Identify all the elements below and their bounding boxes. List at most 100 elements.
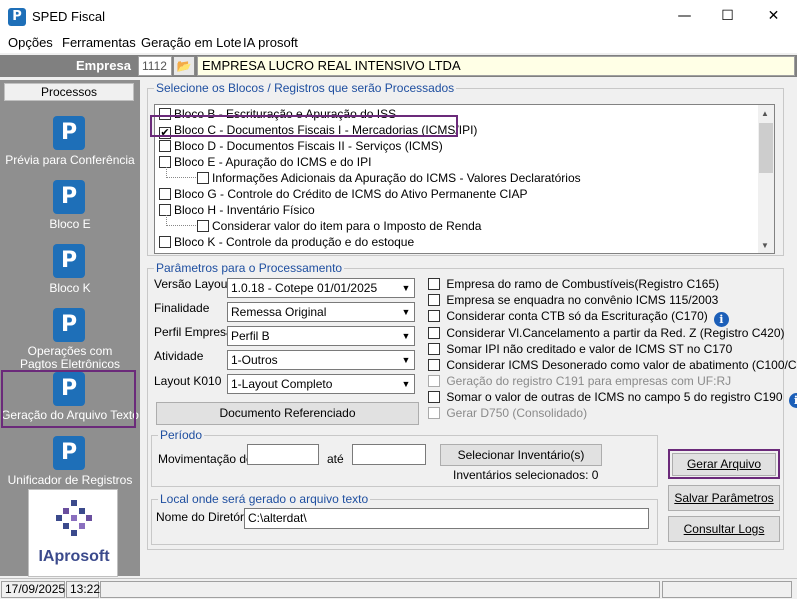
atividade-select[interactable]: 1-Outros ▼ <box>227 350 415 370</box>
checkbox[interactable] <box>159 188 171 200</box>
menu-ferramentas[interactable]: Ferramentas <box>62 35 136 50</box>
option-label: Somar o valor de outras de ICMS no campo… <box>446 390 783 404</box>
block-item-g[interactable]: Bloco G - Controle do Crédito de ICMS do… <box>159 187 528 201</box>
empresa-bar: Empresa 1112 📂 EMPRESA LUCRO REAL INTENS… <box>0 55 797 77</box>
ia-prosoft-logo[interactable]: IAprosoft <box>28 489 118 577</box>
option-cancelamento-red-z[interactable]: Considerar Vl.Cancelamento a partir da R… <box>428 326 785 340</box>
status-bar: 17/09/2025 13:22 <box>0 578 797 599</box>
option-ipi-nao-creditado[interactable]: Somar IPI não creditado e valor de ICMS … <box>428 342 732 356</box>
sidebar-item-operacoes[interactable]: P Operações com Pagtos Eletrônicos <box>0 306 140 371</box>
versao-value: 1.0.18 - Cotepe 01/01/2025 <box>231 281 378 295</box>
checkbox[interactable] <box>428 278 440 290</box>
block-label: Informações Adicionais da Apuração do IC… <box>212 171 581 185</box>
option-label: Somar IPI não creditado e valor de ICMS … <box>446 342 733 356</box>
k010-select[interactable]: 1-Layout Completo ▼ <box>227 374 415 394</box>
minimize-button[interactable]: — <box>662 0 707 32</box>
gerar-button-highlight <box>668 449 780 479</box>
option-conta-ctb[interactable]: Considerar conta CTB só da Escrituração … <box>428 309 729 327</box>
blocks-scrollbar[interactable]: ▲ ▼ <box>758 105 774 253</box>
block-sub-informacoes[interactable]: Informações Adicionais da Apuração do IC… <box>197 171 581 185</box>
movimentacao-to-input[interactable] <box>352 444 426 465</box>
empresa-code-field[interactable]: 1112 <box>138 56 172 76</box>
window-title: SPED Fiscal <box>32 9 105 24</box>
sidebar-item-previa[interactable]: P Prévia para Conferência <box>0 114 140 174</box>
brand-text: IAprosoft <box>38 548 110 565</box>
consultar-logs-button[interactable]: Consultar Logs <box>668 516 780 542</box>
prosoft-logo-icon: P <box>53 116 85 150</box>
block-label: Bloco K - Controle da produção e do esto… <box>174 235 415 249</box>
option-label: Empresa se enquadra no convênio ICMS 115… <box>446 293 719 307</box>
prosoft-logo-icon: P <box>53 244 85 278</box>
sidebar-item-bloco-e[interactable]: P Bloco E <box>0 178 140 238</box>
selecionar-inventario-button[interactable]: Selecionar Inventário(s) <box>440 444 602 466</box>
empresa-name-field: EMPRESA LUCRO REAL INTENSIVO LTDA <box>197 56 795 76</box>
option-label: Considerar ICMS Desonerado como valor de… <box>446 358 797 372</box>
scroll-thumb[interactable] <box>759 123 773 173</box>
checkbox[interactable] <box>428 343 440 355</box>
checkbox[interactable] <box>197 172 209 184</box>
menu-geracao-em-lote[interactable]: Geração em Lote <box>141 35 241 50</box>
option-label: Considerar conta CTB só da Escrituração … <box>446 309 708 323</box>
sidebar-header: Processos <box>4 83 134 101</box>
folder-open-icon[interactable]: 📂 <box>173 56 195 76</box>
selected-block-highlight <box>150 115 458 137</box>
sidebar-item-bloco-k[interactable]: P Bloco K <box>0 242 140 302</box>
block-sub-imposto-renda[interactable]: Considerar valor do item para o Imposto … <box>197 219 481 233</box>
periodo-group-title: Período <box>158 428 205 442</box>
option-label: Empresa do ramo de Combustíveis(Registro… <box>446 277 720 291</box>
empresa-label: Empresa <box>76 58 131 73</box>
checkbox[interactable] <box>428 359 440 371</box>
salvar-parametros-button[interactable]: Salvar Parâmetros <box>668 485 780 511</box>
diretorio-input[interactable]: C:\alterdat\ <box>244 508 649 529</box>
info-icon[interactable]: i <box>788 393 797 408</box>
checkbox[interactable] <box>159 140 171 152</box>
perfil-value: Perfil B <box>231 329 270 343</box>
prosoft-logo-icon: P <box>53 308 85 342</box>
checkbox-disabled <box>428 407 440 419</box>
perfil-label: Perfil Empresa <box>154 325 233 339</box>
block-item-k[interactable]: Bloco K - Controle da produção e do esto… <box>159 235 414 249</box>
documento-referenciado-button[interactable]: Documento Referenciado <box>156 402 419 425</box>
ia-prosoft-dots-icon <box>56 500 92 536</box>
block-label: Bloco E - Apuração do ICMS e do IPI <box>174 155 372 169</box>
chevron-down-icon[interactable]: ▼ <box>398 375 414 393</box>
chevron-down-icon[interactable]: ▼ <box>398 327 414 345</box>
chevron-down-icon[interactable]: ▼ <box>398 303 414 321</box>
k010-value: 1-Layout Completo <box>231 377 333 391</box>
option-combustiveis[interactable]: Empresa do ramo de Combustíveis(Registro… <box>428 277 719 291</box>
chevron-down-icon[interactable]: ▼ <box>398 279 414 297</box>
status-date: 17/09/2025 <box>1 581 65 598</box>
checkbox[interactable] <box>159 236 171 248</box>
finalidade-label: Finalidade <box>154 301 210 315</box>
menu-ia-prosoft[interactable]: IA prosoft <box>243 35 298 50</box>
scroll-down-icon[interactable]: ▼ <box>761 241 769 250</box>
option-gerar-d750: Gerar D750 (Consolidado) <box>428 406 587 420</box>
movimentacao-label: Movimentação de <box>158 452 253 466</box>
info-icon[interactable]: i <box>713 312 729 327</box>
perfil-select[interactable]: Perfil B ▼ <box>227 326 415 346</box>
checkbox[interactable] <box>428 310 440 322</box>
versao-select[interactable]: 1.0.18 - Cotepe 01/01/2025 ▼ <box>227 278 415 298</box>
block-item-d[interactable]: Bloco D - Documentos Fiscais II - Serviç… <box>159 139 443 153</box>
checkbox[interactable] <box>197 220 209 232</box>
atividade-value: 1-Outros <box>231 353 278 367</box>
option-icms-desonerado[interactable]: Considerar ICMS Desonerado como valor de… <box>428 358 797 372</box>
title-bar: P SPED Fiscal — ☐ ✕ <box>0 0 797 32</box>
prosoft-logo-icon: P <box>53 180 85 214</box>
checkbox[interactable] <box>428 294 440 306</box>
checkbox[interactable] <box>428 327 440 339</box>
maximize-button[interactable]: ☐ <box>705 0 750 32</box>
menu-opcoes[interactable]: Opções <box>8 35 53 50</box>
option-convenio-115[interactable]: Empresa se enquadra no convênio ICMS 115… <box>428 293 718 307</box>
scroll-up-icon[interactable]: ▲ <box>761 109 769 118</box>
k010-label: Layout K010 <box>154 374 222 388</box>
status-message <box>100 581 660 598</box>
movimentacao-from-input[interactable] <box>247 444 319 465</box>
finalidade-select[interactable]: Remessa Original ▼ <box>227 302 415 322</box>
close-button[interactable]: ✕ <box>751 0 796 32</box>
diretorio-label: Nome do Diretório <box>156 510 254 524</box>
active-item-highlight <box>1 370 136 428</box>
chevron-down-icon[interactable]: ▼ <box>398 351 414 369</box>
sidebar-item-unificador[interactable]: P Unificador de Registros <box>0 434 140 494</box>
checkbox[interactable] <box>428 391 440 403</box>
